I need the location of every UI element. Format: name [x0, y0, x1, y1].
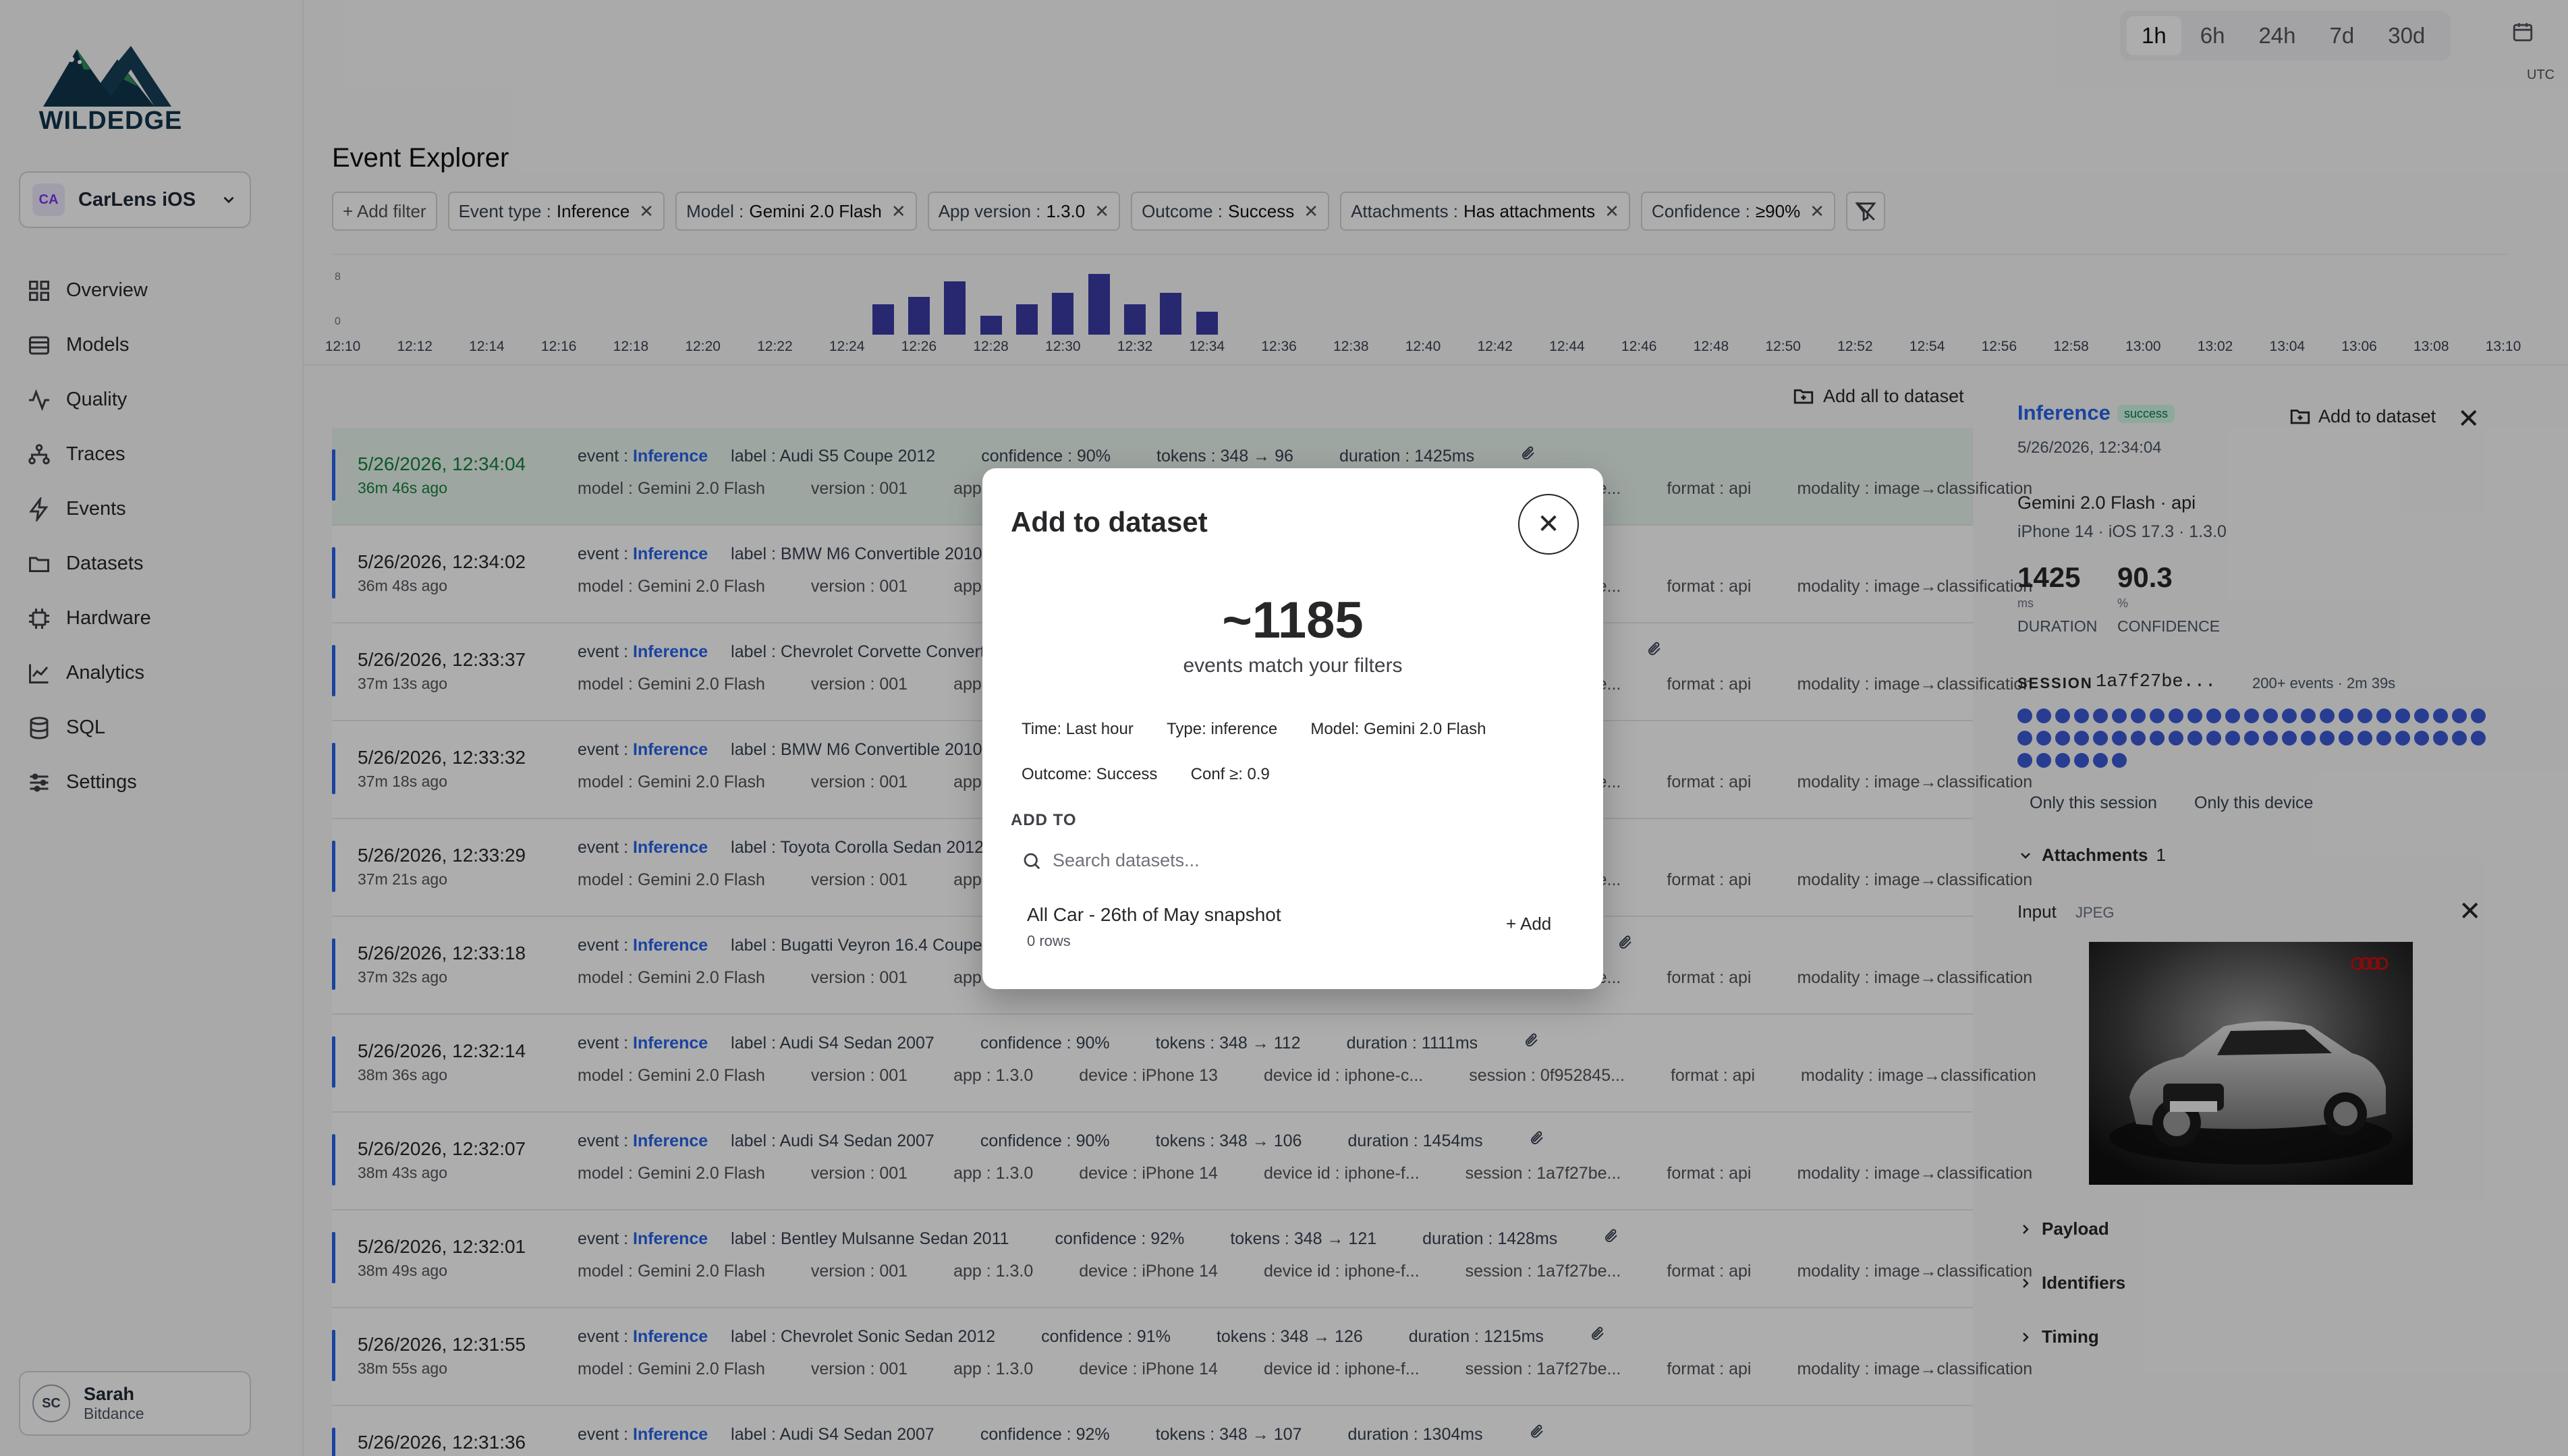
add-to-dataset-modal: Add to dataset ✕ ~1185 events match your… — [982, 468, 1603, 989]
dataset-search[interactable]: Search datasets... — [1022, 850, 1200, 871]
dataset-item[interactable]: All Car - 26th of May snapshot 0 rows — [1027, 904, 1281, 950]
filter-summary-tag: Outcome: Success — [1022, 765, 1158, 783]
dataset-rows: 0 rows — [1027, 932, 1071, 949]
add-dataset-button[interactable]: + Add — [1506, 914, 1551, 934]
add-to-heading: ADD TO — [1011, 811, 1077, 829]
filter-summary-tag: Conf ≥: 0.9 — [1190, 765, 1270, 783]
dataset-name: All Car - 26th of May snapshot — [1027, 904, 1281, 925]
add-label: Add — [1519, 914, 1552, 934]
modal-close-button[interactable]: ✕ — [1518, 494, 1579, 555]
match-count: ~1185 — [1222, 592, 1364, 649]
filter-summary-tag: Time: Last hour — [1022, 720, 1134, 738]
close-icon: ✕ — [1537, 509, 1560, 539]
plus-icon: + — [1506, 914, 1520, 934]
filter-summary-tag: Model: Gemini 2.0 Flash — [1310, 720, 1486, 738]
filter-summary: Time: Last hour Type: inference Model: G… — [1022, 718, 1561, 808]
filter-summary-tag: Type: inference — [1167, 720, 1278, 738]
search-input[interactable]: Search datasets... — [1053, 850, 1200, 871]
match-subtitle: events match your filters — [1183, 654, 1403, 677]
search-icon — [1024, 853, 1040, 869]
modal-title: Add to dataset — [1011, 506, 1208, 538]
